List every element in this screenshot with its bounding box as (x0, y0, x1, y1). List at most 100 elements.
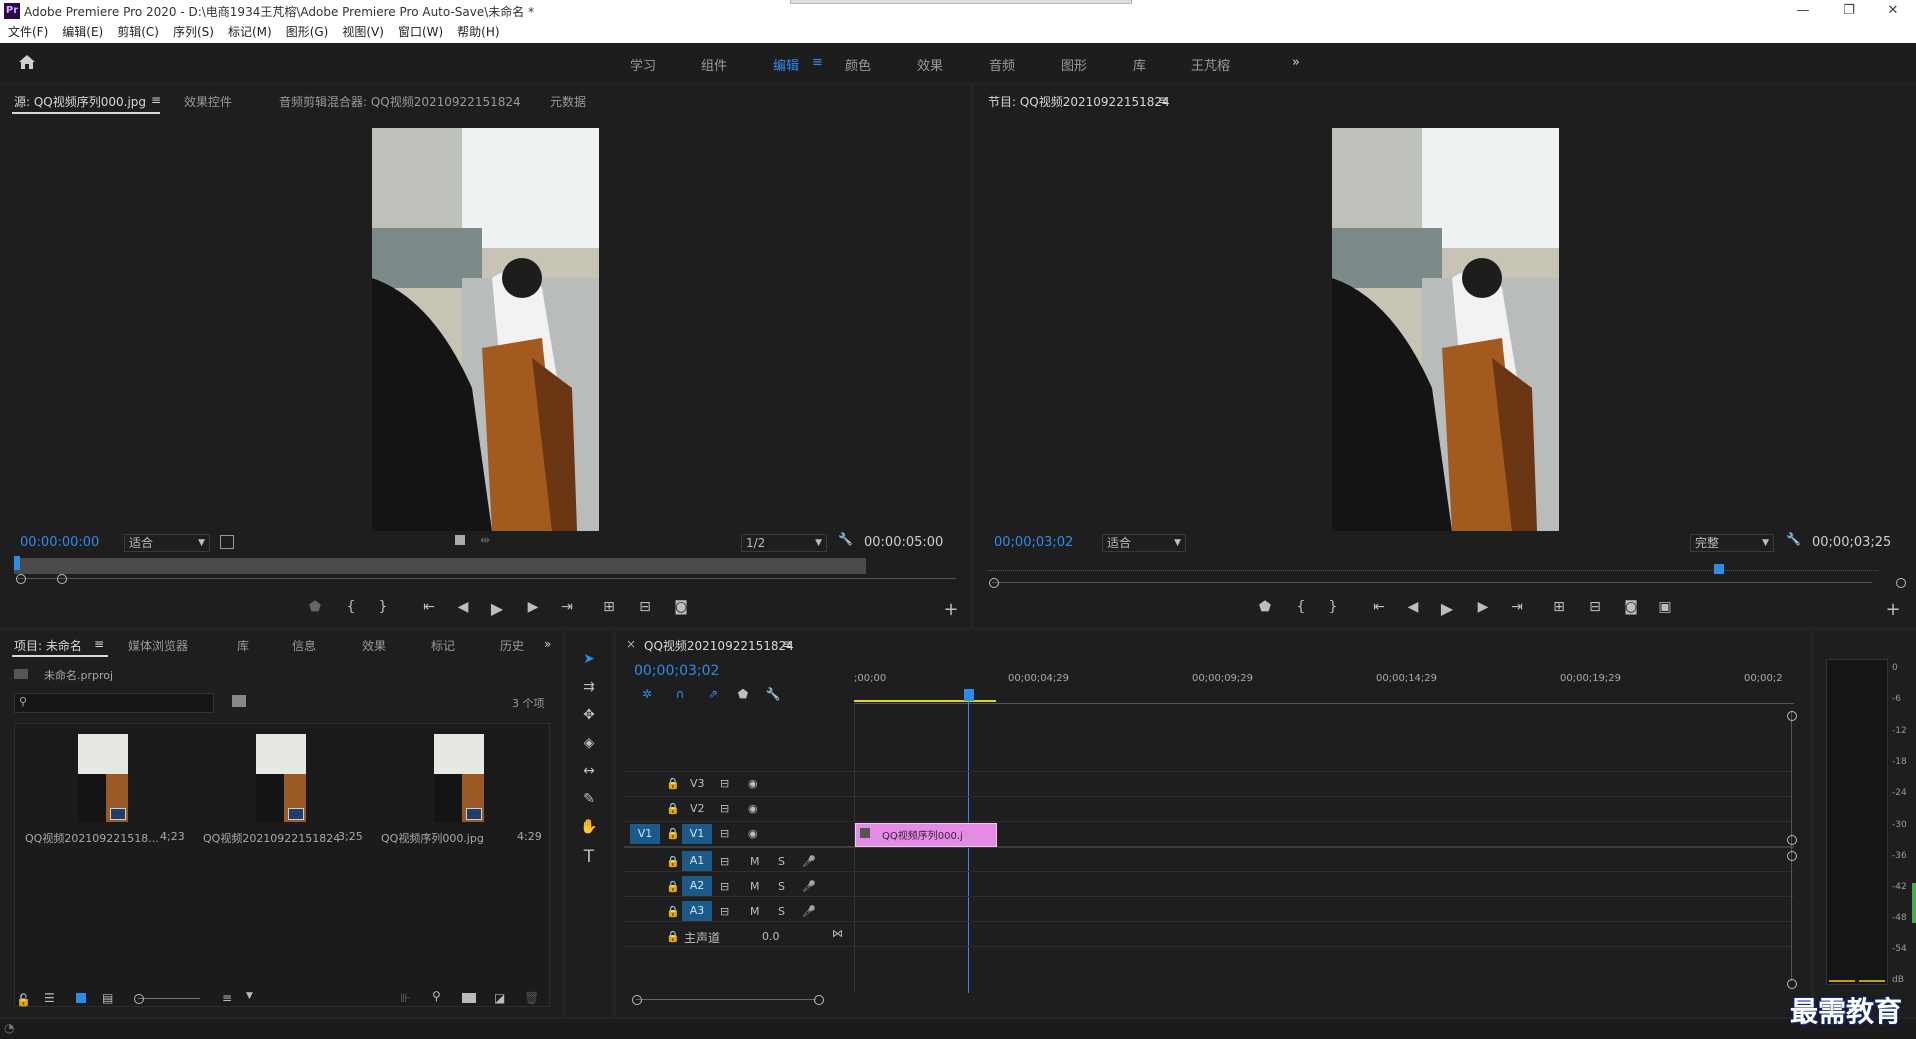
wrench-icon[interactable]: 🔧 (1786, 532, 1801, 546)
export-frame-icon[interactable]: ◙ (1620, 599, 1642, 615)
mark-in-icon[interactable]: { (1290, 599, 1312, 615)
horizontal-scrollbar[interactable] (636, 999, 816, 1000)
source-timecode[interactable]: 00:00:00:00 (20, 535, 99, 550)
timeline-settings-wrench-icon[interactable]: 🔧 (762, 687, 784, 701)
new-bin-icon[interactable] (462, 993, 476, 1003)
timeline-playhead-head[interactable] (964, 689, 974, 701)
play-icon[interactable]: ▶ (486, 599, 508, 618)
drag-video-icon[interactable] (455, 535, 465, 545)
button-editor-plus-icon[interactable]: + (940, 599, 962, 620)
microphone-icon[interactable]: 🎤 (802, 880, 816, 893)
thumbnail-image[interactable] (434, 734, 484, 822)
sort-icon[interactable]: ≡ (222, 991, 232, 1005)
workspace-effects[interactable]: 效果 (917, 55, 943, 74)
tab-project[interactable]: 项目: 未命名 (14, 637, 82, 654)
workspace-audio[interactable]: 音频 (989, 55, 1015, 74)
mute-button[interactable]: M (750, 880, 760, 893)
menu-window[interactable]: 窗口(W) (398, 22, 443, 43)
selection-tool-icon[interactable]: ➤ (578, 651, 600, 667)
close-button[interactable]: ✕ (1870, 0, 1916, 22)
track-lock-icon[interactable]: 🔒 (666, 777, 680, 790)
tab-history[interactable]: 历史 (500, 637, 524, 654)
add-marker-icon[interactable]: ⬟ (304, 599, 326, 615)
timeline-ruler[interactable]: ;00;00 00;00;04;29 00;00;09;29 00;00;14;… (854, 673, 1794, 704)
mute-button[interactable]: M (750, 905, 760, 918)
program-playhead[interactable] (1714, 564, 1724, 574)
tab-project-menu-icon[interactable]: ≡ (94, 637, 104, 651)
track-sync-icon[interactable]: ⊟ (720, 802, 729, 815)
timeline-clip[interactable]: QQ视频序列000.j (855, 823, 997, 847)
icon-view-icon[interactable] (76, 993, 86, 1003)
zoom-slider-track[interactable] (138, 998, 200, 999)
new-item-icon[interactable]: ◪ (494, 991, 505, 1005)
insert-icon[interactable]: ⊞ (598, 599, 620, 615)
slip-tool-icon[interactable]: ↔ (578, 763, 600, 779)
program-quality-dropdown[interactable]: 完整 ▼ (1690, 534, 1774, 552)
workspace-learning[interactable]: 学习 (630, 55, 656, 74)
minimize-button[interactable]: — (1780, 0, 1826, 22)
zoom-handle-right[interactable] (57, 574, 67, 584)
mark-in-icon[interactable]: { (340, 599, 362, 615)
eye-icon[interactable]: ◉ (748, 777, 758, 790)
workspace-graphics[interactable]: 图形 (1061, 55, 1087, 74)
track-label-v2[interactable]: V2 (690, 802, 705, 815)
button-editor-plus-icon[interactable]: + (1882, 599, 1904, 620)
workspace-assembly[interactable]: 组件 (701, 55, 727, 74)
scroll-handle[interactable] (1787, 851, 1797, 861)
timeline-menu-icon[interactable]: ≡ (782, 637, 792, 651)
tab-libraries[interactable]: 库 (237, 637, 249, 654)
mark-out-icon[interactable]: } (1322, 599, 1344, 615)
menu-edit[interactable]: 编辑(E) (62, 22, 103, 43)
vertical-scrollbar[interactable] (1791, 711, 1792, 981)
project-item-name[interactable]: QQ视频202109221518... (25, 830, 159, 846)
zoom-handle-right[interactable] (1896, 578, 1906, 588)
zoom-slider-handle[interactable] (134, 994, 144, 1004)
program-title[interactable]: 节目: QQ视频20210922151824 (988, 93, 1170, 110)
tab-info[interactable]: 信息 (292, 637, 316, 654)
timeline-timecode[interactable]: 00;00;03;02 (634, 663, 719, 679)
list-view-icon[interactable]: ☰ (44, 991, 55, 1005)
menu-help[interactable]: 帮助(H) (457, 22, 499, 43)
project-search-input[interactable]: ⚲ (14, 693, 214, 713)
tab-effect-controls[interactable]: 效果控件 (184, 93, 232, 110)
lift-icon[interactable]: ⊞ (1548, 599, 1570, 615)
track-lock-icon[interactable]: 🔒 (666, 880, 680, 893)
solo-button[interactable]: S (778, 905, 785, 918)
snap-icon[interactable]: ∩ (669, 687, 691, 701)
eye-icon[interactable]: ◉ (748, 802, 758, 815)
menu-graphics[interactable]: 图形(G) (286, 22, 329, 43)
project-item-name[interactable]: QQ视频序列000.jpg (381, 830, 484, 846)
program-menu-icon[interactable]: ≡ (1158, 93, 1168, 107)
lock-icon[interactable]: 🔓 (16, 993, 31, 1007)
track-lock-icon[interactable]: 🔒 (666, 802, 680, 815)
workspace-color[interactable]: 颜色 (845, 55, 871, 74)
solo-button[interactable]: S (778, 855, 785, 868)
timeline-sequence-tab[interactable]: QQ视频20210922151824 (644, 637, 794, 654)
go-to-start-icon[interactable]: ⋈ (832, 927, 843, 940)
project-item-name[interactable]: QQ视频20210922151824 (203, 830, 340, 846)
eye-icon[interactable]: ◉ (748, 827, 758, 840)
workspace-libraries[interactable]: 库 (1133, 55, 1146, 74)
track-label-a3[interactable]: A3 (682, 901, 712, 921)
tab-source-menu-icon[interactable]: ≡ (151, 93, 161, 107)
scroll-handle[interactable] (1787, 835, 1797, 845)
zoom-handle-left[interactable] (16, 574, 26, 584)
go-to-out-icon[interactable]: ⇥ (556, 599, 578, 615)
track-label-a1[interactable]: A1 (682, 851, 712, 871)
add-marker-icon[interactable]: ⬟ (732, 687, 754, 701)
tab-media-browser[interactable]: 媒体浏览器 (128, 637, 188, 654)
track-lock-icon[interactable]: 🔒 (666, 930, 680, 943)
source-time-ruler[interactable] (14, 558, 866, 574)
menu-markers[interactable]: 标记(M) (228, 22, 272, 43)
hand-tool-icon[interactable]: ✋ (578, 819, 600, 835)
scroll-handle[interactable] (632, 995, 642, 1005)
nest-icon[interactable]: ✲ (636, 687, 658, 701)
track-label-v1[interactable]: V1 (682, 824, 712, 844)
menu-file[interactable]: 文件(F) (8, 22, 48, 43)
track-lock-icon[interactable]: 🔒 (666, 827, 680, 840)
pen-tool-icon[interactable]: ✎ (578, 791, 600, 807)
thumbnail-image[interactable] (78, 734, 128, 822)
master-volume-value[interactable]: 0.0 (762, 930, 780, 943)
microphone-icon[interactable]: 🎤 (802, 905, 816, 918)
new-search-bin-icon[interactable] (232, 695, 246, 707)
